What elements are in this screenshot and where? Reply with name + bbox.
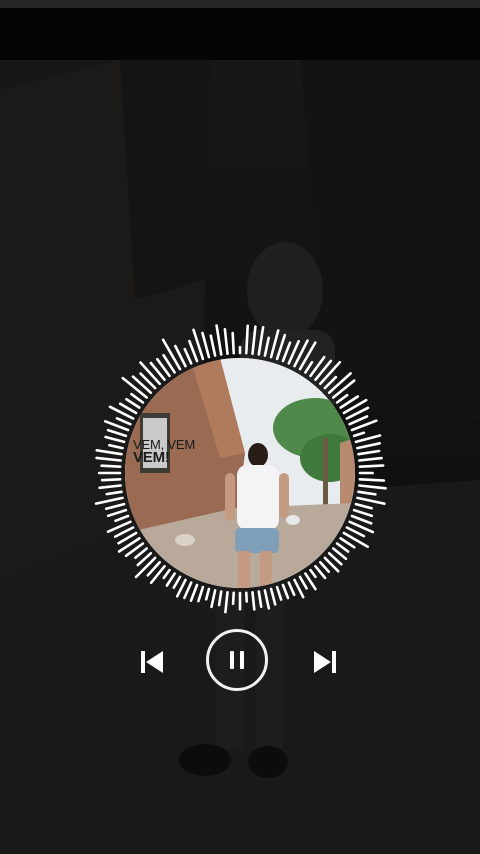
skip-previous-icon bbox=[141, 651, 163, 673]
visualizer-bar bbox=[204, 587, 211, 601]
visualizer-bar bbox=[269, 329, 280, 359]
visualizer-bar bbox=[275, 333, 287, 361]
visualizer-bar bbox=[217, 590, 223, 607]
visualizer-bar bbox=[352, 508, 374, 518]
playback-controls bbox=[0, 624, 480, 700]
visualizer-bar bbox=[354, 434, 382, 444]
visualizer-bar bbox=[269, 587, 277, 606]
next-button[interactable] bbox=[305, 642, 345, 682]
previous-button[interactable] bbox=[132, 642, 172, 682]
visualizer-bar bbox=[209, 334, 217, 357]
visualizer-bar bbox=[201, 331, 211, 359]
visualizer-bar bbox=[105, 490, 123, 496]
skip-next-icon bbox=[314, 651, 336, 673]
visualizer-bar bbox=[108, 443, 124, 450]
visualizer-bar bbox=[95, 456, 122, 462]
visualizer-bar bbox=[224, 590, 229, 614]
visualizer-bar bbox=[257, 325, 265, 356]
album-cover: VEM, VEM VEM! bbox=[125, 358, 355, 588]
visualizer-bar bbox=[215, 324, 223, 356]
visualizer-bar bbox=[231, 591, 235, 606]
visualizer-bar bbox=[245, 324, 249, 355]
visualizer-bar bbox=[251, 590, 256, 611]
visualizer-bar bbox=[223, 327, 229, 356]
pause-button[interactable] bbox=[206, 629, 268, 691]
visualizer-bar bbox=[263, 589, 271, 610]
visualizer-bar bbox=[275, 585, 283, 601]
visualizer-bar bbox=[106, 508, 128, 518]
visualizer-bar bbox=[95, 448, 123, 456]
visualizer-bar bbox=[356, 496, 386, 506]
visualizer-bar bbox=[354, 502, 373, 510]
visualizer-bar bbox=[104, 435, 126, 444]
visualizer-bar bbox=[104, 502, 126, 511]
visualizer-bar bbox=[210, 589, 217, 609]
visualizer-bar bbox=[257, 590, 263, 609]
visualizer-bar bbox=[100, 464, 122, 469]
visualizer-bar bbox=[357, 449, 381, 456]
visualizer-bar bbox=[251, 325, 257, 356]
visualizer-bar bbox=[94, 496, 124, 505]
visualizer-bar bbox=[98, 484, 122, 490]
visualizer-bar bbox=[357, 484, 387, 490]
visualizer-bar bbox=[106, 428, 128, 438]
cover-caption-line2: VEM! bbox=[133, 449, 170, 466]
visualizer-bar bbox=[358, 477, 386, 482]
visualizer-bar bbox=[357, 490, 377, 496]
cover-caption: VEM, VEM VEM! bbox=[133, 438, 195, 466]
visualizer-bar bbox=[352, 431, 366, 438]
visualizer-bar bbox=[357, 456, 383, 462]
visualizer-bar bbox=[197, 585, 205, 603]
pause-icon bbox=[230, 651, 244, 669]
visualizer-bar bbox=[231, 331, 235, 355]
visualizer-bar bbox=[100, 477, 122, 482]
visualizer-bar bbox=[356, 441, 382, 450]
visualizer-bar bbox=[358, 464, 385, 469]
visualizer-bar bbox=[263, 336, 271, 357]
